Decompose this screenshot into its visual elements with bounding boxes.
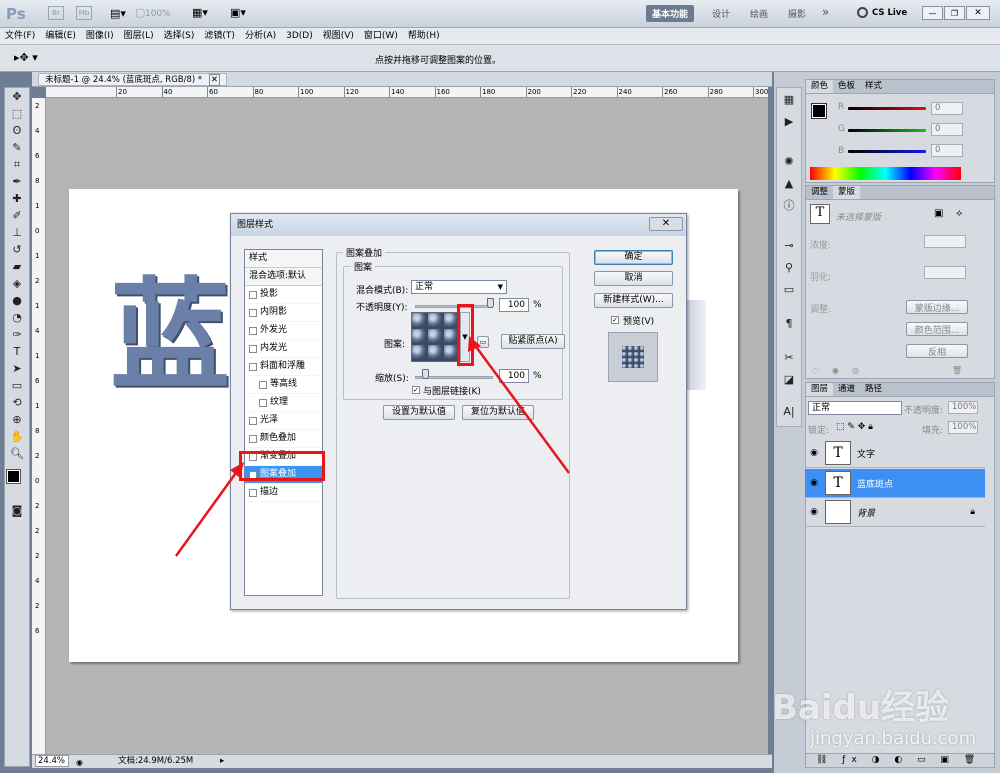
watermark-url: jingyan.baidu.com	[810, 728, 977, 749]
annotation-arrows	[174, 336, 571, 557]
watermark-brand: Baidu经验	[772, 688, 950, 728]
arrow-to-pattern-overlay	[174, 469, 240, 557]
arrow-head-pattern-overlay	[230, 462, 244, 478]
arrow-to-pattern-picker	[472, 343, 571, 474]
